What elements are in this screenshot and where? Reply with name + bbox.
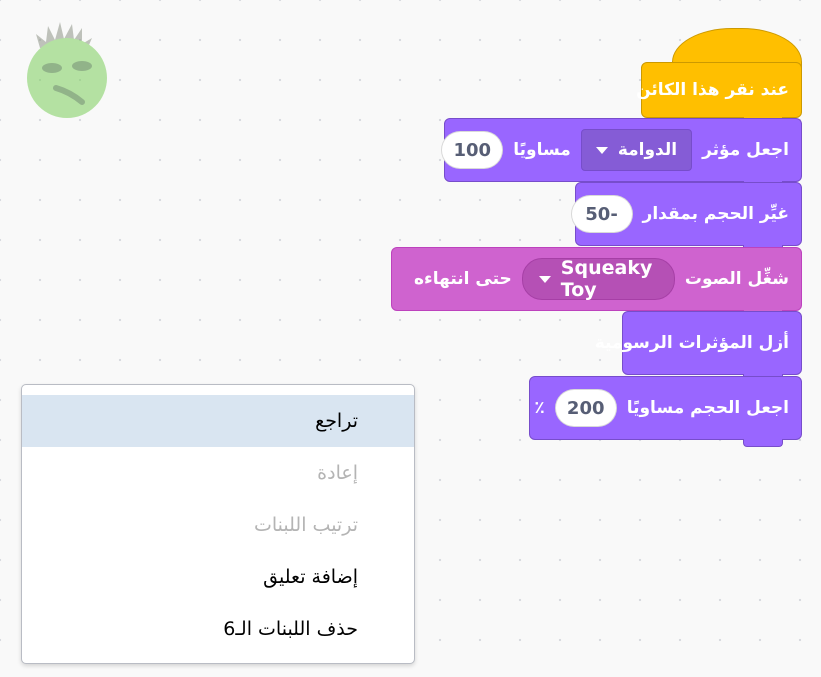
clear-graphic-effects-block[interactable]: أزل المؤثرات الرسومية [595,311,802,382]
change-size-input[interactable]: -50 [570,195,633,233]
set-effect-block[interactable]: اجعل مؤثر الدوامة مساويًا 100 [441,118,802,189]
sound-dropdown[interactable]: Squeaky Toy [521,257,675,301]
chevron-down-icon [595,146,608,154]
block-label: غيِّر الحجم بمقدار [642,204,789,224]
effect-dropdown[interactable]: الدوامة [580,129,693,171]
menu-item-delete-blocks[interactable]: حذف اللبنات الـ6 [22,603,414,655]
change-size-block[interactable]: غيِّر الحجم بمقدار -50 [570,182,802,253]
menu-item-clean-up-blocks: ترتيب اللبنات [254,514,358,536]
chevron-down-icon [538,275,551,283]
percent-label: ٪ [534,398,545,418]
effect-value-input[interactable]: 100 [441,131,504,169]
block-label: أزل المؤثرات الرسومية [594,333,789,353]
when-sprite-clicked-block[interactable]: عند نقر هذا الكائن [636,62,802,125]
set-size-block[interactable]: اجعل الحجم مساويًا 200 ٪ [529,376,802,447]
set-size-input[interactable]: 200 [554,389,617,427]
block-label: شغِّل الصوت [684,269,789,289]
block-label: مساويًا [513,140,571,160]
menu-item-redo: إعادة [317,462,358,484]
block-label: اجعل مؤثر [702,140,789,160]
effect-dropdown-value: الدوامة [617,140,678,160]
block-notch [743,439,783,447]
block-label: اجعل الحجم مساويًا [626,398,789,418]
block-label: حتى انتهاءه [414,269,512,289]
menu-item-add-comment[interactable]: إضافة تعليق [22,551,414,603]
menu-item-undo[interactable]: تراجع [22,395,414,447]
sprite-thumbnail[interactable] [22,18,112,118]
play-sound-until-done-block[interactable]: شغِّل الصوت Squeaky Toy حتى انتهاءه [391,247,802,318]
context-menu: تراجع إعادة ترتيب اللبنات إضافة تعليق حذ… [21,384,415,664]
face-sprite-icon [27,22,107,118]
block-label: عند نقر هذا الكائن [636,80,789,100]
sound-dropdown-value: Squeaky Toy [560,257,653,301]
